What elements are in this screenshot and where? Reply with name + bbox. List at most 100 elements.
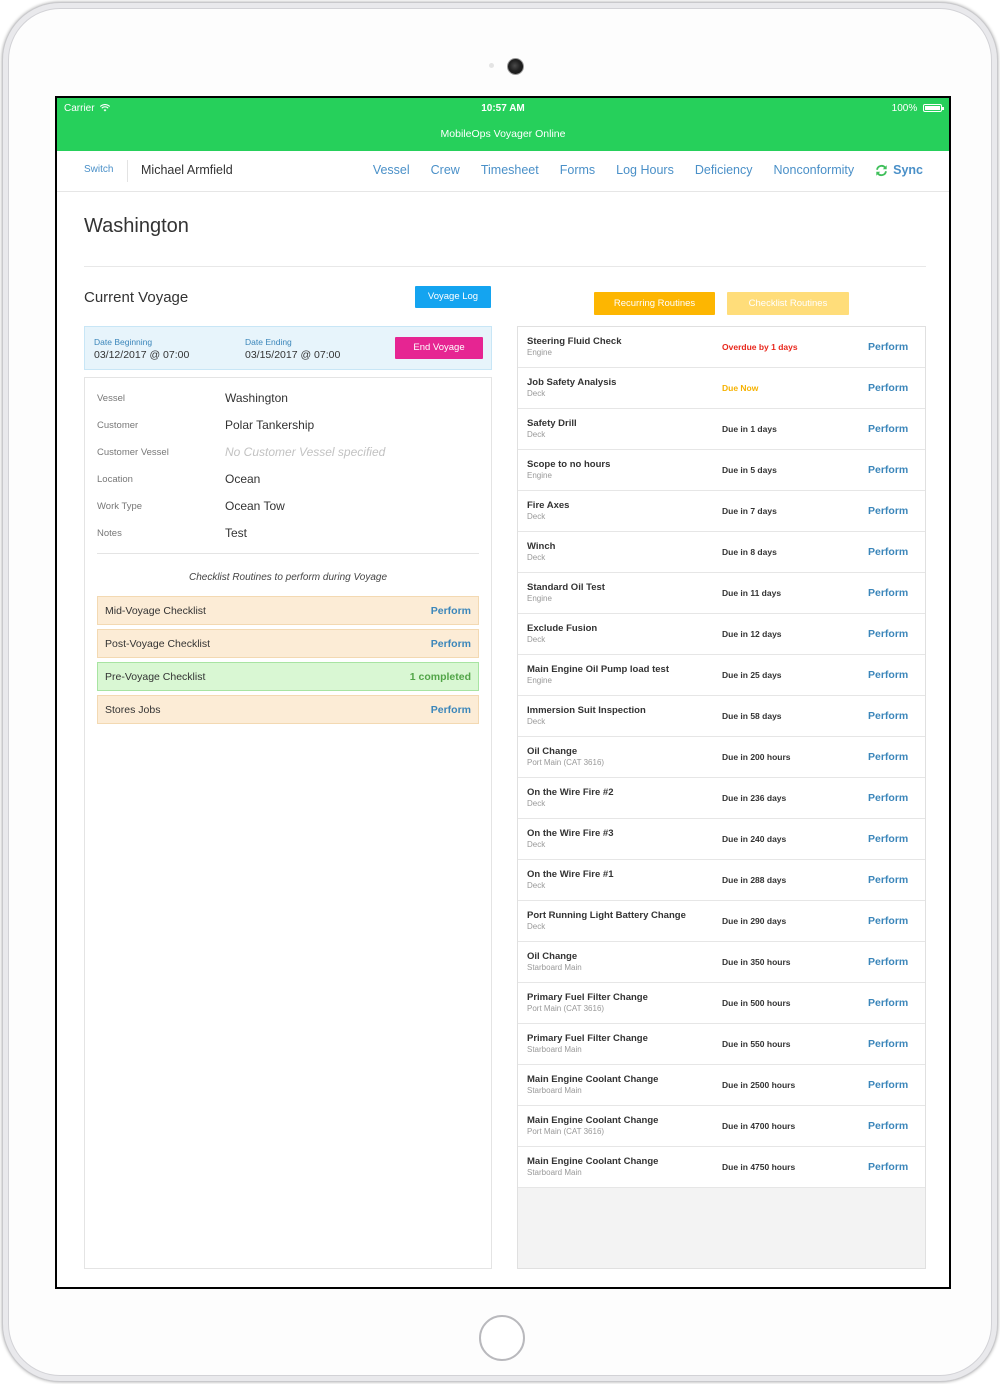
routine-perform-link[interactable]: Perform: [868, 1120, 908, 1132]
routine-category: Deck: [527, 922, 546, 931]
routine-perform-link[interactable]: Perform: [868, 915, 908, 927]
nav-link-forms[interactable]: Forms: [560, 163, 595, 177]
checklist-item-stores-jobs[interactable]: Stores Jobs Perform: [97, 695, 479, 724]
routine-name: Exclude Fusion: [527, 623, 598, 634]
routine-due-status: Due in 288 days: [722, 875, 787, 885]
routine-row: On the Wire Fire #1 Deck Due in 288 days Pe…: [518, 860, 925, 901]
checklist-item-mid-voyage[interactable]: Mid-Voyage Checklist Perform: [97, 596, 479, 625]
routine-name: Main Engine Coolant Change: [527, 1115, 659, 1126]
routine-row: Main Engine Coolant Change Starboard Main…: [518, 1147, 925, 1188]
routine-perform-link[interactable]: Perform: [868, 423, 908, 435]
switch-user-link[interactable]: Switch: [84, 164, 113, 175]
routine-due-status: Due in 11 days: [722, 588, 782, 598]
detail-value: Ocean Tow: [225, 499, 285, 513]
routine-name: Fire Axes: [527, 500, 570, 511]
checklist-caption: Checklist Routines to perform during Voy…: [188, 572, 388, 583]
routine-category: Deck: [527, 553, 546, 562]
nav-link-deficiency[interactable]: Deficiency: [695, 163, 753, 177]
routine-perform-link[interactable]: Perform: [868, 464, 908, 476]
routine-row: Immersion Suit Inspection Deck Due in 58 d…: [518, 696, 925, 737]
page-title: Washington: [84, 215, 189, 237]
routine-perform-link[interactable]: Perform: [868, 956, 908, 968]
routine-due-status: Due in 1 days: [722, 424, 777, 434]
front-camera: [507, 58, 524, 75]
routine-row: Oil Change Starboard Main Due in 350 hours…: [518, 942, 925, 983]
checklist-item-pre-voyage[interactable]: Pre-Voyage Checklist 1 completed: [97, 662, 479, 691]
routine-category: Deck: [527, 389, 546, 398]
date-ending-value: 03/15/2017 @ 07:00: [245, 349, 341, 361]
detail-label: Vessel: [97, 393, 125, 404]
routine-name: Main Engine Coolant Change: [527, 1074, 659, 1085]
screen: Carrier 10:57 AM 100% MobileOps Voyager …: [55, 96, 951, 1289]
checklist-routines-tab[interactable]: Checklist Routines: [727, 292, 849, 315]
details-divider: [97, 553, 479, 554]
routine-perform-link[interactable]: Perform: [868, 341, 908, 353]
recurring-routines-tab[interactable]: Recurring Routines: [594, 292, 715, 315]
nav-links: Vessel Crew Timesheet Forms Log Hours De…: [373, 163, 923, 177]
home-button[interactable]: [479, 1315, 525, 1361]
routine-row: Scope to no hours Engine Due in 5 days Perf…: [518, 450, 925, 491]
date-beginning-value: 03/12/2017 @ 07:00: [94, 349, 190, 361]
routine-row: Exclude Fusion Deck Due in 12 days Perform: [518, 614, 925, 655]
end-voyage-button[interactable]: End Voyage: [395, 337, 483, 359]
nav-link-crew[interactable]: Crew: [431, 163, 460, 177]
routine-due-status: Due in 200 hours: [722, 752, 791, 762]
routine-perform-link[interactable]: Perform: [868, 874, 908, 886]
checklist-perform-link[interactable]: Perform: [431, 638, 471, 650]
routine-row: Main Engine Coolant Change Port Main (CAT…: [518, 1106, 925, 1147]
routine-name: Primary Fuel Filter Change: [527, 1033, 648, 1044]
detail-row-notes: Notes Test: [97, 525, 477, 545]
detail-value: Test: [225, 526, 248, 540]
app-header: Carrier 10:57 AM 100% MobileOps Voyager …: [57, 98, 949, 151]
routine-perform-link[interactable]: Perform: [868, 546, 908, 558]
routine-category: Starboard Main: [527, 1086, 582, 1095]
routine-due-status: Overdue by 1 days: [722, 342, 798, 352]
checklist-name: Pre-Voyage Checklist: [105, 671, 206, 683]
routine-perform-link[interactable]: Perform: [868, 751, 908, 763]
routine-due-status: Due in 500 hours: [722, 998, 791, 1008]
routine-row: Port Running Light Battery Change Deck Due…: [518, 901, 925, 942]
app-screen: Carrier 10:57 AM 100% MobileOps Voyager …: [57, 98, 949, 1287]
battery-icon: [923, 104, 944, 112]
current-voyage-heading: Current Voyage: [84, 289, 189, 306]
routine-name: Immersion Suit Inspection: [527, 705, 646, 716]
routine-perform-link[interactable]: Perform: [868, 792, 908, 804]
routine-row: Steering Fluid Check Engine Overdue by 1 d…: [518, 327, 925, 368]
routine-perform-link[interactable]: Perform: [868, 1038, 908, 1050]
routine-perform-link[interactable]: Perform: [868, 997, 908, 1009]
routine-name: Main Engine Coolant Change: [527, 1156, 659, 1167]
routine-perform-link[interactable]: Perform: [868, 587, 908, 599]
nav-link-nonconformity[interactable]: Nonconformity: [774, 163, 855, 177]
nav-link-vessel[interactable]: Vessel: [373, 163, 410, 177]
nav-link-timesheet[interactable]: Timesheet: [481, 163, 539, 177]
checklist-perform-link[interactable]: Perform: [431, 605, 471, 617]
routine-perform-link[interactable]: Perform: [868, 833, 908, 845]
routine-perform-link[interactable]: Perform: [868, 628, 908, 640]
routine-perform-link[interactable]: Perform: [868, 710, 908, 722]
routine-perform-link[interactable]: Perform: [868, 1161, 908, 1173]
voyage-log-button[interactable]: Voyage Log: [415, 286, 491, 308]
nav-link-log-hours[interactable]: Log Hours: [616, 163, 674, 177]
routine-due-status: Due in 4700 hours: [722, 1121, 796, 1131]
routine-name: Scope to no hours: [527, 459, 611, 470]
sync-button[interactable]: Sync: [875, 163, 923, 177]
routine-row: Winch Deck Due in 8 days Perform: [518, 532, 925, 573]
routine-row: On the Wire Fire #2 Deck Due in 236 days Pe…: [518, 778, 925, 819]
routine-perform-link[interactable]: Perform: [868, 1079, 908, 1091]
routine-perform-link[interactable]: Perform: [868, 669, 908, 681]
routine-row: Oil Change Port Main (CAT 3616) Due in 200…: [518, 737, 925, 778]
routine-name: On the Wire Fire #3: [527, 828, 614, 839]
routine-name: Winch: [527, 541, 556, 552]
status-time: 10:57 AM: [481, 103, 525, 114]
routine-category: Starboard Main: [527, 1168, 582, 1177]
routine-perform-link[interactable]: Perform: [868, 382, 908, 394]
routine-name: Standard Oil Test: [527, 582, 605, 593]
detail-label: Customer Vessel: [97, 447, 169, 458]
routine-category: Deck: [527, 430, 546, 439]
checklist-perform-link[interactable]: Perform: [431, 704, 471, 716]
routine-perform-link[interactable]: Perform: [868, 505, 908, 517]
routine-category: Deck: [527, 635, 546, 644]
checklist-item-post-voyage[interactable]: Post-Voyage Checklist Perform: [97, 629, 479, 658]
routine-due-status: Due Now: [722, 383, 759, 393]
routine-category: Engine: [527, 471, 552, 480]
